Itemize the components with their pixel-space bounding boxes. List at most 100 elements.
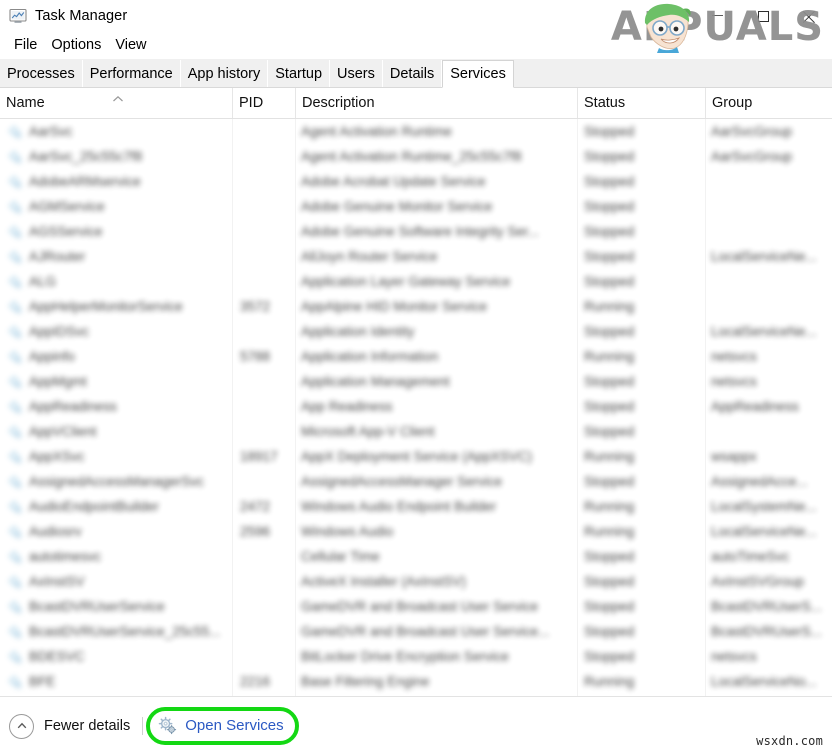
table-row[interactable]: AppVClientMicrosoft App-V ClientStopped: [0, 419, 832, 444]
cell-status: Stopped: [577, 544, 705, 569]
table-row[interactable]: AppXSvc18917AppX Deployment Service (App…: [0, 444, 832, 469]
menu-view[interactable]: View: [109, 35, 154, 56]
cell-name: AudioEndpointBuilder: [0, 494, 232, 519]
service-gear-icon: [8, 650, 22, 664]
cell-status: Stopped: [577, 469, 705, 494]
column-header-group[interactable]: Group: [705, 88, 832, 118]
close-button[interactable]: [786, 1, 832, 32]
cell-description: Agent Activation Runtime_25c55c7f8: [295, 144, 577, 169]
cell-status: Stopped: [577, 394, 705, 419]
cell-description: Adobe Acrobat Update Service: [295, 169, 577, 194]
cell-group: [705, 419, 832, 444]
table-row[interactable]: AppHelperMonitorService3572AppAlpine HID…: [0, 294, 832, 319]
menu-file[interactable]: File: [8, 35, 45, 56]
cell-pid: [232, 369, 295, 394]
status-bar-divider: [142, 717, 143, 735]
fewer-details-button[interactable]: Fewer details: [9, 714, 130, 739]
table-row[interactable]: BFE2216Base Filtering EngineRunningLocal…: [0, 669, 832, 694]
menu-options[interactable]: Options: [45, 35, 109, 56]
column-header-pid-label: PID: [239, 95, 263, 111]
column-header-pid[interactable]: PID: [232, 88, 295, 118]
cell-name: AppHelperMonitorService: [0, 294, 232, 319]
tab-users[interactable]: Users: [330, 60, 383, 87]
cell-name: AssignedAccessManagerSvc: [0, 469, 232, 494]
table-row[interactable]: AarSvcAgent Activation RuntimeStoppedAar…: [0, 119, 832, 144]
cell-status: Stopped: [577, 119, 705, 144]
cell-status: Running: [577, 344, 705, 369]
service-name: AppVClient: [29, 424, 97, 439]
cell-group: autoTimeSvc: [705, 544, 832, 569]
table-row[interactable]: AdobeARMserviceAdobe Acrobat Update Serv…: [0, 169, 832, 194]
table-row[interactable]: autotimesvcCellular TimeStoppedautoTimeS…: [0, 544, 832, 569]
cell-pid: [232, 269, 295, 294]
cell-pid: [232, 619, 295, 644]
table-row[interactable]: AudioEndpointBuilder2472Windows Audio En…: [0, 494, 832, 519]
cell-name: AGSService: [0, 219, 232, 244]
cell-pid: [232, 469, 295, 494]
cell-name: AppReadiness: [0, 394, 232, 419]
cell-pid: [232, 594, 295, 619]
cell-pid: 2216: [232, 669, 295, 694]
tab-details[interactable]: Details: [383, 60, 442, 87]
cell-status: Stopped: [577, 594, 705, 619]
table-row[interactable]: AppReadinessApp ReadinessStoppedAppReadi…: [0, 394, 832, 419]
cell-pid: [232, 569, 295, 594]
table-row[interactable]: Audiosrv2596Windows AudioRunningLocalSer…: [0, 519, 832, 544]
table-row[interactable]: Appinfo5788Application InformationRunnin…: [0, 344, 832, 369]
service-name: AppHelperMonitorService: [29, 299, 183, 314]
table-row[interactable]: AppIDSvcApplication IdentityStoppedLocal…: [0, 319, 832, 344]
tab-app-history[interactable]: App history: [181, 60, 269, 87]
cell-name: Appinfo: [0, 344, 232, 369]
table-row[interactable]: BDESVCBitLocker Drive Encryption Service…: [0, 644, 832, 669]
cell-group: AppReadiness: [705, 394, 832, 419]
cell-pid: [232, 144, 295, 169]
tab-services[interactable]: Services: [442, 60, 514, 88]
service-gear-icon: [8, 475, 22, 489]
cell-group: netsvcs: [705, 369, 832, 394]
table-row[interactable]: AxInstSVActiveX Installer (AxInstSV)Stop…: [0, 569, 832, 594]
tab-processes[interactable]: Processes: [0, 60, 83, 87]
cell-name: AarSvc: [0, 119, 232, 144]
service-name: AarSvc: [29, 124, 73, 139]
column-header-status[interactable]: Status: [577, 88, 705, 118]
cell-description: ActiveX Installer (AxInstSV): [295, 569, 577, 594]
tab-startup[interactable]: Startup: [268, 60, 330, 87]
cell-description: App Readiness: [295, 394, 577, 419]
table-row[interactable]: AGSServiceAdobe Genuine Software Integri…: [0, 219, 832, 244]
table-row[interactable]: BcastDVRUserService_25c55...GameDVR and …: [0, 619, 832, 644]
cell-group: netsvcs: [705, 644, 832, 669]
service-gear-icon: [8, 525, 22, 539]
cell-pid: [232, 394, 295, 419]
table-row[interactable]: AssignedAccessManagerSvcAssignedAccessMa…: [0, 469, 832, 494]
table-row[interactable]: AGMServiceAdobe Genuine Monitor ServiceS…: [0, 194, 832, 219]
table-row[interactable]: ALGApplication Layer Gateway ServiceStop…: [0, 269, 832, 294]
column-header-description[interactable]: Description: [295, 88, 577, 118]
cell-group: LocalServiceNe...: [705, 319, 832, 344]
wsxdn-watermark: wsxdn.com: [756, 734, 823, 748]
cell-status: Stopped: [577, 244, 705, 269]
cell-pid: 2596: [232, 519, 295, 544]
task-manager-window: Task Manager File Options View Processes…: [0, 0, 832, 755]
table-row[interactable]: AarSvc_25c55c7f8Agent Activation Runtime…: [0, 144, 832, 169]
chevron-up-icon: [9, 714, 34, 739]
open-services-button[interactable]: Open Services: [146, 707, 298, 745]
service-name: BcastDVRUserService_25c55...: [29, 624, 220, 639]
column-header-name[interactable]: Name: [0, 88, 232, 118]
cell-status: Stopped: [577, 169, 705, 194]
cell-name: AppIDSvc: [0, 319, 232, 344]
table-row[interactable]: BcastDVRUserServiceGameDVR and Broadcast…: [0, 594, 832, 619]
tab-performance[interactable]: Performance: [83, 60, 181, 87]
service-gear-icon: [8, 300, 22, 314]
cell-pid: [232, 419, 295, 444]
cell-group: [705, 294, 832, 319]
maximize-button[interactable]: [740, 1, 786, 32]
services-list[interactable]: AarSvcAgent Activation RuntimeStoppedAar…: [0, 119, 832, 696]
cell-status: Stopped: [577, 219, 705, 244]
cell-status: Stopped: [577, 144, 705, 169]
minimize-button[interactable]: [694, 1, 740, 32]
cell-group: LocalServiceNo...: [705, 669, 832, 694]
service-gear-icon: [8, 275, 22, 289]
table-row[interactable]: AJRouterAllJoyn Router ServiceStoppedLoc…: [0, 244, 832, 269]
cell-name: ALG: [0, 269, 232, 294]
table-row[interactable]: AppMgmtApplication ManagementStoppednets…: [0, 369, 832, 394]
